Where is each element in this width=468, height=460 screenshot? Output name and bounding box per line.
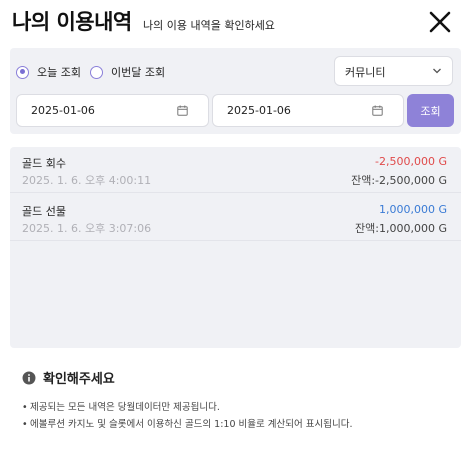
radio-today-label: 오늘 조회 [37, 66, 81, 79]
transaction-datetime: 2025. 1. 6. 오후 4:00:11 [22, 174, 152, 187]
radio-month-label: 이번달 조회 [111, 66, 166, 79]
transaction-balance: 잔액:-2,500,000 G [351, 174, 447, 187]
category-select[interactable]: 커뮤니티 [334, 56, 453, 86]
list-item: 골드 선물 2025. 1. 6. 오후 3:07:06 1,000,000 G… [10, 195, 461, 241]
transaction-datetime: 2025. 1. 6. 오후 3:07:06 [22, 222, 152, 235]
info-icon [22, 371, 36, 384]
start-date-value: 2025-01-06 [31, 104, 95, 117]
close-button[interactable] [426, 8, 454, 36]
start-date-field[interactable]: 2025-01-06 [16, 94, 209, 127]
end-date-value: 2025-01-06 [227, 104, 291, 117]
notice-section: 확인해주세요 제공되는 모든 내역은 당월데이터만 제공됩니다. 에볼루션 카지… [22, 368, 452, 433]
category-select-value: 커뮤니티 [345, 66, 386, 79]
transaction-amount: -2,500,000 G [375, 155, 447, 168]
close-icon[interactable] [426, 8, 454, 36]
calendar-icon[interactable] [372, 105, 383, 116]
radio-month-indicator[interactable] [90, 65, 103, 79]
notice-list: 제공되는 모든 내역은 당월데이터만 제공됩니다. 에볼루션 카지노 및 슬롯에… [22, 399, 452, 433]
radio-month[interactable]: 이번달 조회 [90, 64, 165, 80]
transaction-name: 골드 회수 [22, 157, 66, 170]
notice-title: 확인해주세요 [43, 372, 115, 387]
notice-item: 제공되는 모든 내역은 당월데이터만 제공됩니다. [22, 399, 452, 416]
transaction-name: 골드 선물 [22, 205, 66, 218]
notice-item: 에볼루션 카지노 및 슬롯에서 이용하신 골드의 1:10 비율로 계산되어 표… [22, 416, 452, 433]
list-item: 골드 회수 2025. 1. 6. 오후 4:00:11 -2,500,000 … [10, 147, 461, 193]
page-title: 나의 이용내역 [12, 10, 132, 34]
search-button[interactable]: 조회 [407, 94, 454, 127]
header: 나의 이용내역 나의 이용 내역을 확인하세요 [0, 0, 468, 44]
transaction-balance: 잔액:1,000,000 G [355, 222, 447, 235]
transaction-amount: 1,000,000 G [378, 203, 447, 216]
transaction-list: 골드 회수 2025. 1. 6. 오후 4:00:11 -2,500,000 … [10, 147, 461, 348]
calendar-icon[interactable] [177, 105, 188, 116]
filter-panel: 오늘 조회 이번달 조회 커뮤니티 2025-01-06 2025-01-06 … [10, 48, 461, 134]
radio-today[interactable]: 오늘 조회 [16, 64, 81, 80]
chevron-down-icon [433, 68, 441, 74]
notice-header: 확인해주세요 [22, 368, 452, 387]
page-subtitle: 나의 이용 내역을 확인하세요 [143, 19, 275, 32]
radio-today-indicator[interactable] [16, 65, 29, 79]
end-date-field[interactable]: 2025-01-06 [212, 94, 404, 127]
